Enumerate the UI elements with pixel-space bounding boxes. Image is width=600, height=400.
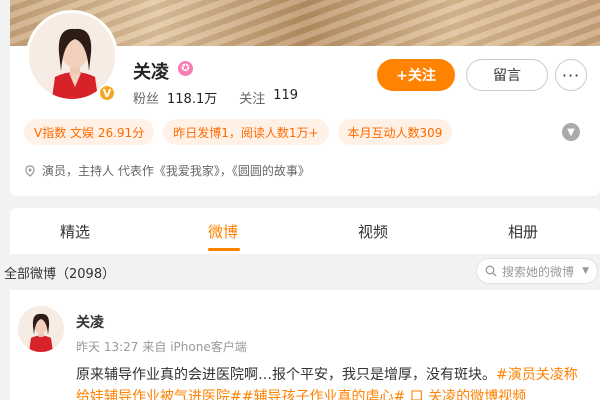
tab-videos[interactable]: 视频 xyxy=(358,221,388,242)
v-index-chip[interactable]: V指数 文娱 26.91分 xyxy=(24,119,155,145)
more-options-button[interactable]: ··· xyxy=(555,59,587,91)
search-placeholder: 搜索她的微博 xyxy=(502,264,575,279)
search-posts-input[interactable]: 搜索她的微博 ▼ xyxy=(476,258,598,284)
yesterday-posts-chip[interactable]: 昨日发博1，阅读人数1万+ xyxy=(163,119,329,145)
follow-button[interactable]: +关注 xyxy=(377,59,455,91)
level-badge-icon[interactable]: ✪ xyxy=(178,61,193,76)
tab-weibo[interactable]: 微博 xyxy=(208,221,238,242)
post-text: 原来辅导作业真的会进医院啊…报个平安，我只是增厚，没有斑块。#演员关凌称 给娃辅… xyxy=(76,364,596,400)
post-author-name[interactable]: 关凌 xyxy=(76,312,104,332)
post-time[interactable]: 昨天 13:27 xyxy=(76,338,138,355)
followers-label: 粉丝 xyxy=(133,92,160,107)
profile-header-card: V 关凌 ✪ 粉丝 118.1万 关注 119 +关注 留言 ··· V指数 文… xyxy=(10,0,600,196)
post-meta: 昨天 13:27 来自 iPhone客户端 xyxy=(76,338,247,355)
profile-bio: 演员，主持人 代表作《我爱我家》，《圆圆的故事》 xyxy=(24,162,310,179)
tab-albums[interactable]: 相册 xyxy=(508,221,538,242)
location-pin-icon xyxy=(25,164,35,177)
weibo-profile-page: V 关凌 ✪ 粉丝 118.1万 关注 119 +关注 留言 ··· V指数 文… xyxy=(0,0,600,400)
dropdown-caret-icon[interactable]: ▼ xyxy=(582,266,589,276)
followers-count[interactable]: 118.1万 xyxy=(167,88,217,107)
following-label: 关注 xyxy=(239,92,266,107)
bio-text: 演员，主持人 代表作《我爱我家》，《圆圆的故事》 xyxy=(42,164,310,178)
post-author-avatar[interactable] xyxy=(18,306,64,352)
search-icon xyxy=(485,265,497,277)
verified-badge-icon: V xyxy=(98,84,116,102)
monthly-interaction-chip[interactable]: 本月互动人数309 xyxy=(337,119,453,145)
post-card: 关凌 昨天 13:27 来自 iPhone客户端 原来辅导作业真的会进医院啊…报… xyxy=(10,290,600,400)
profile-chips: V指数 文娱 26.91分 昨日发博1，阅读人数1万+ 本月互动人数309 xyxy=(24,119,453,145)
hashtag-link[interactable]: #演员关凌称 xyxy=(496,367,578,383)
following-count[interactable]: 119 xyxy=(273,88,298,107)
post-line-2[interactable]: 给娃辅导作业被气进医院##辅导孩子作业真的虐心# 口 关凌的微博视频 xyxy=(76,389,526,400)
all-posts-bar: 全部微博（2098） 搜索她的微博 ▼ xyxy=(0,256,600,286)
post-body: 原来辅导作业真的会进医院啊…报个平安，我只是增厚，没有斑块。 xyxy=(76,367,496,383)
tab-featured[interactable]: 精选 xyxy=(60,221,90,242)
message-button[interactable]: 留言 xyxy=(466,59,548,91)
post-source: 来自 iPhone客户端 xyxy=(142,340,247,354)
profile-name: 关凌 xyxy=(133,62,169,83)
chevron-down-icon[interactable]: ▼ xyxy=(562,123,580,141)
profile-tabs: 精选 微博 视频 相册 xyxy=(10,208,600,254)
active-tab-indicator xyxy=(208,248,240,251)
all-posts-label[interactable]: 全部微博（2098） xyxy=(4,263,115,282)
profile-stats: 粉丝 118.1万 关注 119 xyxy=(133,88,298,107)
